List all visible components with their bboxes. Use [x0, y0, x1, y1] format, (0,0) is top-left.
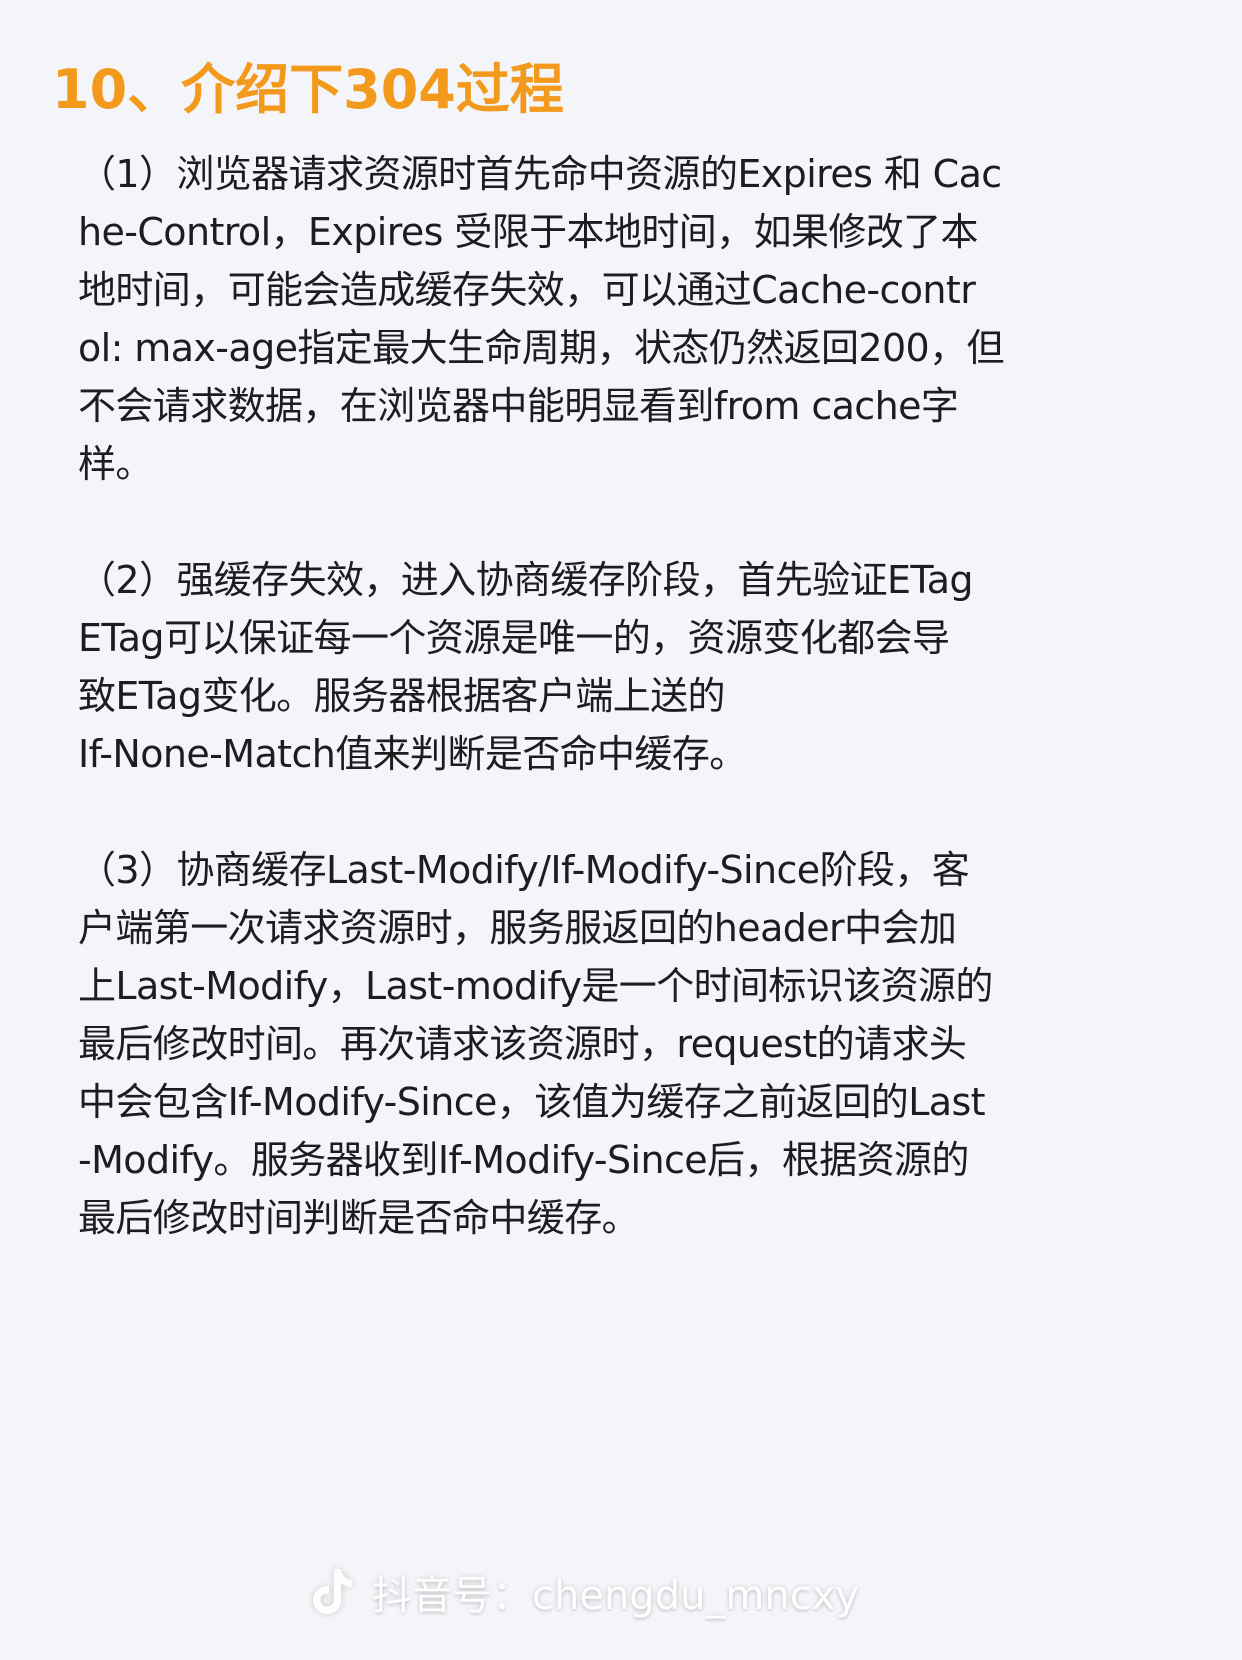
paragraph-line: ol: max-age指定最大生命周期，状态仍然返回200，但	[78, 326, 1005, 370]
paragraph-line: （3）协商缓存Last-Modify/If-Modify-Since阶段，客	[78, 848, 970, 892]
paragraph-line: 不会请求数据，在浏览器中能明显看到from cache字	[78, 384, 959, 428]
paragraph-line: 最后修改时间。再次请求该资源时，request的请求头	[78, 1022, 967, 1066]
paragraph-line: -Modify。服务器收到If-Modify-Since后，根据资源的	[78, 1138, 969, 1182]
paragraph-2: （2）强缓存失效，进入协商缓存阶段，首先验证ETag ETag可以保证每一个资源…	[78, 551, 974, 783]
paragraph-line: （2）强缓存失效，进入协商缓存阶段，首先验证ETag	[78, 558, 974, 602]
paragraph-line: 致ETag变化。服务器根据客户端上送的	[78, 674, 726, 718]
paragraph-line: 中会包含If-Modify-Since，该值为缓存之前返回的Last	[78, 1080, 986, 1124]
paragraph-line: 上Last-Modify，Last-modify是一个时间标识该资源的	[78, 964, 993, 1008]
article-page: 10、介绍下304过程 （1）浏览器请求资源时首先命中资源的Expires 和 …	[0, 0, 1242, 1660]
paragraph-3: （3）协商缓存Last-Modify/If-Modify-Since阶段，客 户…	[78, 841, 993, 1247]
paragraph-line: 户端第一次请求资源时，服务服返回的header中会加	[78, 906, 957, 950]
page-title: 10、介绍下304过程	[52, 58, 564, 121]
paragraph-line: 地时间，可能会造成缓存失效，可以通过Cache-contr	[78, 268, 976, 312]
watermark-text: 抖音号：chengdu_mncxy	[372, 1573, 860, 1619]
paragraph-line: （1）浏览器请求资源时首先命中资源的Expires 和 Cac	[78, 152, 1002, 196]
paragraph-1: （1）浏览器请求资源时首先命中资源的Expires 和 Cac he-Contr…	[78, 145, 1005, 493]
tiktok-icon	[313, 1569, 352, 1614]
paragraph-line: 样。	[78, 442, 153, 486]
watermark: 抖音号：chengdu_mncxy	[310, 1560, 859, 1624]
paragraph-line: he-Control，Expires 受限于本地时间，如果修改了本	[78, 210, 979, 254]
paragraph-line: If-None-Match值来判断是否命中缓存。	[78, 732, 747, 776]
paragraph-line: 最后修改时间判断是否命中缓存。	[78, 1196, 640, 1240]
paragraph-line: ETag可以保证每一个资源是唯一的，资源变化都会导	[78, 616, 950, 660]
